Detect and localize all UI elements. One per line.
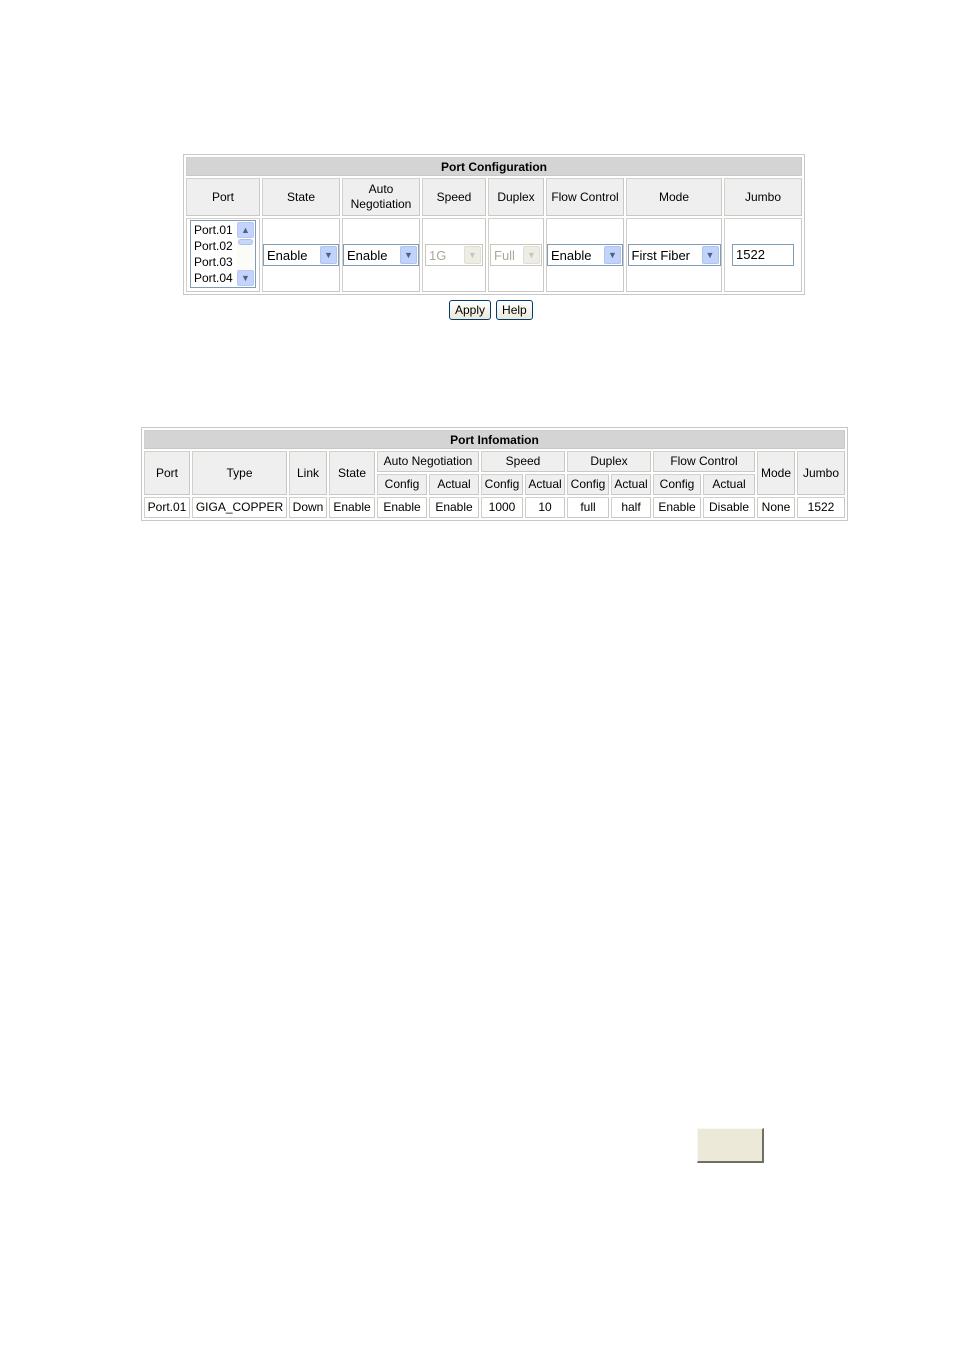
duplex-select: Full ▼ [490, 244, 542, 266]
auto-negotiation-select[interactable]: Enable ▼ [343, 244, 419, 266]
chevron-down-icon: ▼ [400, 246, 417, 264]
mode-value: First Fiber [631, 247, 691, 263]
speed-value: 1G [429, 247, 447, 263]
blank-button[interactable] [697, 1128, 764, 1163]
chevron-down-icon: ▼ [320, 246, 337, 264]
info-subheader-actual: Actual [429, 474, 479, 495]
info-subheader-config: Config [567, 474, 609, 495]
info-header-duplex: Duplex [567, 451, 651, 472]
help-button[interactable]: Help [496, 300, 533, 320]
auto-negotiation-value: Enable [347, 247, 388, 263]
info-header-type: Type [192, 451, 287, 495]
flow-control-select[interactable]: Enable ▼ [547, 244, 623, 266]
info-jumbo: 1522 [797, 497, 845, 518]
auto-negotiation-cell: Enable ▼ [342, 218, 420, 292]
port-listbox-scrollbar[interactable]: ▲ ▼ [237, 221, 254, 286]
info-subheader-actual: Actual [611, 474, 651, 495]
header-state: State [262, 178, 340, 216]
info-fc-actual: Disable [703, 497, 755, 518]
info-header-state: State [329, 451, 375, 495]
port-option[interactable]: Port.03 [191, 254, 233, 270]
info-header-mode: Mode [757, 451, 795, 495]
header-auto-negotiation: Auto Negotiation [342, 178, 420, 216]
duplex-cell: Full ▼ [488, 218, 544, 292]
info-subheader-actual: Actual [525, 474, 565, 495]
info-port: Port.01 [144, 497, 190, 518]
info-state: Enable [329, 497, 375, 518]
header-flow-control: Flow Control [546, 178, 624, 216]
jumbo-input[interactable]: 1522 [732, 244, 794, 266]
port-information-panel: Port Infomation Port Type Link State Aut… [141, 427, 848, 521]
info-subheader-config: Config [653, 474, 701, 495]
info-duplex-actual: half [611, 497, 651, 518]
jumbo-cell: 1522 [724, 218, 802, 292]
state-select[interactable]: Enable ▼ [263, 244, 339, 266]
info-link: Down [289, 497, 327, 518]
info-header-flow-control: Flow Control [653, 451, 755, 472]
table-row: Port.01 GIGA_COPPER Down Enable Enable E… [144, 497, 845, 518]
port-option[interactable]: Port.04 [191, 270, 233, 286]
info-type: GIGA_COPPER [192, 497, 287, 518]
info-mode: None [757, 497, 795, 518]
info-header-speed: Speed [481, 451, 565, 472]
port-listbox[interactable]: Port.01 Port.02 Port.03 Port.04 ▲ ▼ [190, 219, 256, 288]
action-buttons: Apply Help [449, 300, 533, 320]
header-jumbo: Jumbo [724, 178, 802, 216]
duplex-value: Full [494, 247, 515, 263]
info-an-config: Enable [377, 497, 427, 518]
scrollbar-thumb[interactable] [238, 238, 253, 245]
port-configuration-panel: Port Configuration Port State Auto Negot… [183, 154, 805, 295]
scroll-up-icon[interactable]: ▲ [237, 221, 254, 238]
info-header-link: Link [289, 451, 327, 495]
header-port: Port [186, 178, 260, 216]
chevron-down-icon: ▼ [523, 246, 540, 264]
info-fc-config: Enable [653, 497, 701, 518]
info-header-jumbo: Jumbo [797, 451, 845, 495]
port-configuration-title: Port Configuration [186, 157, 802, 176]
header-duplex: Duplex [488, 178, 544, 216]
flow-control-cell: Enable ▼ [546, 218, 624, 292]
chevron-down-icon: ▼ [701, 246, 719, 264]
info-header-port: Port [144, 451, 190, 495]
header-mode: Mode [626, 178, 722, 216]
header-speed: Speed [422, 178, 486, 216]
info-speed-config: 1000 [481, 497, 523, 518]
info-subheader-config: Config [377, 474, 427, 495]
state-value: Enable [267, 247, 308, 263]
mode-select[interactable]: First Fiber ▼ [627, 244, 721, 266]
chevron-down-icon: ▼ [464, 246, 481, 264]
info-header-auto-negotiation: Auto Negotiation [377, 451, 479, 472]
port-information-table: Port Infomation Port Type Link State Aut… [141, 427, 848, 521]
chevron-down-icon: ▼ [604, 246, 621, 264]
speed-select: 1G ▼ [425, 244, 483, 266]
port-cell: Port.01 Port.02 Port.03 Port.04 ▲ ▼ [186, 218, 260, 292]
info-duplex-config: full [567, 497, 609, 518]
port-information-title: Port Infomation [144, 430, 845, 449]
apply-button[interactable]: Apply [449, 300, 492, 320]
port-configuration-table: Port Configuration Port State Auto Negot… [183, 154, 805, 295]
info-subheader-actual: Actual [703, 474, 755, 495]
speed-cell: 1G ▼ [422, 218, 486, 292]
state-cell: Enable ▼ [262, 218, 340, 292]
flow-control-value: Enable [551, 247, 592, 263]
info-an-actual: Enable [429, 497, 479, 518]
port-option[interactable]: Port.02 [191, 238, 233, 254]
scroll-down-icon[interactable]: ▼ [237, 269, 254, 286]
info-subheader-config: Config [481, 474, 523, 495]
mode-cell: First Fiber ▼ [626, 218, 722, 292]
info-speed-actual: 10 [525, 497, 565, 518]
port-option[interactable]: Port.01 [191, 222, 233, 238]
